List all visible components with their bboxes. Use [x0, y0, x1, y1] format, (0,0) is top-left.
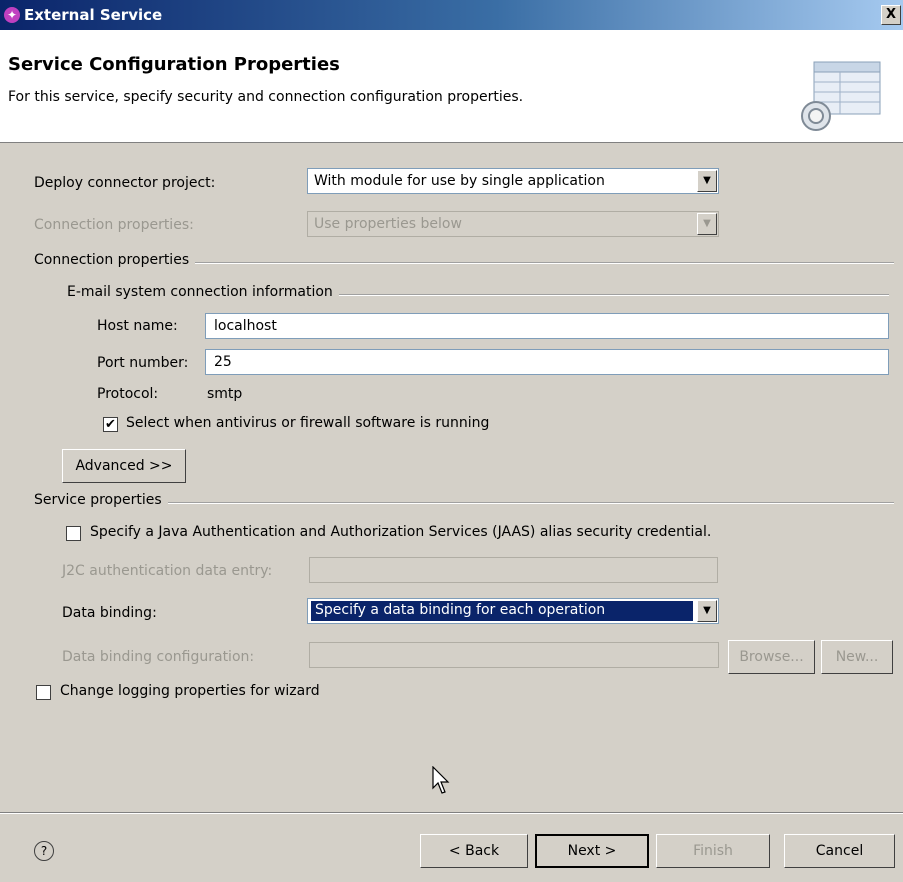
- service-properties-group-label: Service properties: [34, 492, 168, 508]
- j2c-input: [309, 557, 718, 583]
- close-icon[interactable]: X: [881, 5, 901, 25]
- protocol-value: smtp: [207, 386, 243, 402]
- port-number-input[interactable]: 25: [205, 349, 889, 375]
- data-binding-select[interactable]: Specify a data binding for each operatio…: [307, 598, 719, 624]
- connection-properties-select: Use properties below ▼: [307, 211, 719, 237]
- connection-properties-select-label: Connection properties:: [34, 217, 194, 233]
- connection-properties-group-label: Connection properties: [34, 252, 196, 268]
- page-title: Service Configuration Properties: [8, 54, 340, 75]
- window-title: External Service: [24, 6, 163, 24]
- connection-properties-group: Connection properties: [34, 252, 894, 270]
- data-binding-config-input: [309, 642, 719, 668]
- antivirus-label: Select when antivirus or firewall softwa…: [126, 415, 490, 431]
- data-binding-label: Data binding:: [62, 605, 157, 621]
- next-button[interactable]: Next >: [535, 834, 649, 868]
- logging-label: Change logging properties for wizard: [60, 683, 320, 699]
- browse-button: Browse...: [728, 640, 815, 674]
- new-button: New...: [821, 640, 893, 674]
- antivirus-checkbox[interactable]: ✔: [103, 417, 118, 432]
- title-bar: ✦ External Service X: [0, 0, 903, 30]
- data-binding-config-label: Data binding configuration:: [62, 649, 255, 665]
- host-name-input[interactable]: localhost: [205, 313, 889, 339]
- email-connection-group: E-mail system connection information: [67, 284, 889, 302]
- j2c-label: J2C authentication data entry:: [62, 563, 273, 579]
- port-number-value: 25: [214, 354, 232, 370]
- host-name-value: localhost: [214, 318, 277, 334]
- logging-checkbox[interactable]: [36, 685, 51, 700]
- deploy-connector-value: With module for use by single applicatio…: [314, 173, 605, 189]
- advanced-button[interactable]: Advanced >>: [62, 449, 186, 483]
- cancel-button[interactable]: Cancel: [784, 834, 895, 868]
- connection-properties-value: Use properties below: [314, 216, 462, 232]
- wizard-header: Service Configuration Properties For thi…: [0, 30, 903, 143]
- mouse-pointer-icon: [432, 766, 450, 794]
- deploy-connector-label: Deploy connector project:: [34, 175, 216, 191]
- chevron-down-icon: ▼: [697, 213, 717, 235]
- help-icon[interactable]: ?: [34, 841, 54, 861]
- service-properties-group: Service properties: [34, 492, 894, 510]
- jaas-checkbox[interactable]: [66, 526, 81, 541]
- finish-button: Finish: [656, 834, 770, 868]
- protocol-label: Protocol:: [97, 386, 159, 402]
- data-binding-value: Specify a data binding for each operatio…: [311, 601, 693, 621]
- host-name-label: Host name:: [97, 318, 178, 334]
- jaas-label: Specify a Java Authentication and Author…: [90, 524, 712, 540]
- footer-separator: [0, 812, 903, 814]
- chevron-down-icon[interactable]: ▼: [697, 600, 717, 622]
- deploy-connector-select[interactable]: With module for use by single applicatio…: [307, 168, 719, 194]
- email-connection-group-label: E-mail system connection information: [67, 284, 339, 300]
- back-button[interactable]: < Back: [420, 834, 528, 868]
- page-description: For this service, specify security and c…: [8, 89, 524, 105]
- app-icon: ✦: [4, 7, 20, 23]
- port-number-label: Port number:: [97, 355, 189, 371]
- chevron-down-icon[interactable]: ▼: [697, 170, 717, 192]
- configuration-wizard-icon: [801, 61, 881, 131]
